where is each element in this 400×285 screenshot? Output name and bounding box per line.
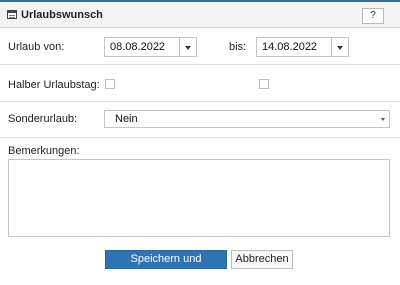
half-day-to-checkbox[interactable]: [259, 79, 269, 89]
remarks-textarea[interactable]: [8, 159, 390, 237]
save-and-close-button[interactable]: Speichern und Schließen: [105, 250, 227, 282]
section-divider: [0, 137, 400, 138]
chevron-down-icon: [381, 118, 385, 121]
section-divider: [0, 101, 400, 102]
chevron-down-icon: [337, 46, 343, 50]
special-leave-label: Sonderurlaub:: [8, 113, 78, 125]
vacation-to-dropdown-button[interactable]: [331, 38, 348, 56]
section-divider: [0, 64, 400, 65]
vacation-from-value[interactable]: 08.08.2022: [105, 38, 179, 56]
vacation-to-value[interactable]: 14.08.2022: [257, 38, 331, 56]
cancel-button[interactable]: Abbrechen: [231, 250, 293, 269]
vacation-from-label: Urlaub von:: [8, 41, 65, 53]
vacation-to-label: bis:: [229, 41, 247, 53]
special-leave-select[interactable]: Nein: [104, 110, 390, 128]
special-leave-value: Nein: [115, 113, 138, 125]
vacation-to-date-picker[interactable]: 14.08.2022: [256, 37, 349, 57]
remarks-label: Bemerkungen:: [8, 145, 80, 157]
help-button[interactable]: ?: [362, 8, 384, 24]
dialog-header: Urlaubswunsch ?: [0, 2, 400, 28]
chevron-down-icon: [185, 46, 191, 50]
vacation-from-date-picker[interactable]: 08.08.2022: [104, 37, 197, 57]
vacation-from-dropdown-button[interactable]: [179, 38, 196, 56]
half-day-label: Halber Urlaubstag:: [8, 79, 100, 91]
dialog-title: Urlaubswunsch: [21, 9, 103, 21]
half-day-from-checkbox[interactable]: [105, 79, 115, 89]
calendar-icon: [7, 10, 17, 19]
